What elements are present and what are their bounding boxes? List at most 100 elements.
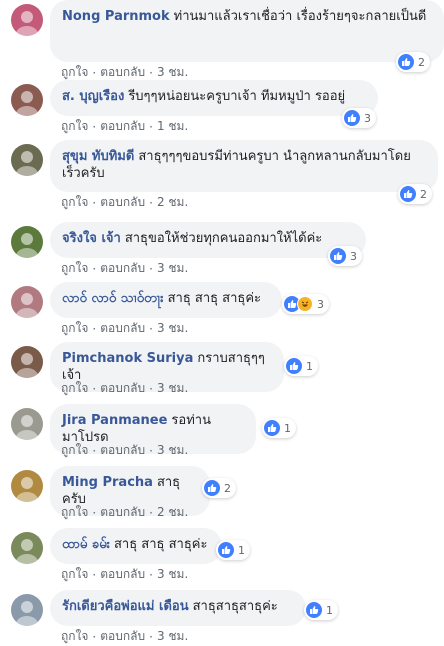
like-link[interactable]: ถูกใจ [61, 441, 88, 460]
like-link[interactable]: ถูกใจ [61, 117, 88, 136]
separator-dot: · [92, 261, 97, 276]
reaction-summary[interactable]: 2 [202, 478, 236, 498]
avatar[interactable] [11, 226, 43, 258]
separator-dot: · [149, 321, 153, 336]
reaction-summary[interactable]: 2 [396, 52, 430, 72]
reply-link[interactable]: ตอบกลับ [100, 627, 145, 646]
timestamp-link[interactable]: 3 ชม. [157, 565, 188, 584]
comment-text: สาธุขอให้ช่วยทุกคนออกมาให้ได้ค่ะ [124, 231, 323, 246]
separator-dot: · [92, 195, 97, 210]
timestamp-link[interactable]: 3 ชม. [157, 627, 188, 646]
comment-actions: ถูกใจ · ตอบกลับ · 3 ชม. [61, 379, 188, 398]
reaction-count: 1 [284, 421, 291, 435]
like-link[interactable]: ถูกใจ [61, 319, 88, 338]
reply-link[interactable]: ตอบกลับ [100, 193, 145, 212]
commenter-name[interactable]: รักเดียวคือพ่อแม่ เดือน [62, 599, 189, 614]
reaction-summary[interactable]: 1 [284, 356, 318, 376]
commenter-name[interactable]: ส. บุญเรือง [62, 89, 124, 104]
reaction-count: 3 [350, 249, 357, 263]
timestamp-link[interactable]: 3 ชม. [157, 379, 188, 398]
thumbs-up-icon [344, 110, 360, 126]
reply-link[interactable]: ตอบกลับ [100, 117, 145, 136]
avatar[interactable] [11, 594, 43, 626]
reply-link[interactable]: ตอบกลับ [100, 503, 145, 522]
separator-dot: · [149, 567, 153, 582]
separator-dot: · [149, 443, 153, 458]
timestamp-link[interactable]: 2 ชม. [157, 503, 188, 522]
comment-actions: ถูกใจ · ตอบกลับ · 3 ชม. [61, 565, 188, 584]
commenter-name[interactable]: လာဝ် လာဝ် သၢဝ်တႃး [62, 291, 164, 306]
reply-link[interactable]: ตอบกลับ [100, 565, 145, 584]
separator-dot: · [92, 119, 97, 134]
timestamp-link[interactable]: 3 ชม. [157, 319, 188, 338]
comment-text: สาธุ สาธุ สาธุค่ะ [113, 537, 208, 552]
comment-bubble: รักเดียวคือพ่อแม่ เดือน สาธุสาธุสาธุค่ะ [50, 590, 306, 626]
reaction-summary[interactable]: 3 [282, 294, 329, 314]
comment-bubble: လာဝ် လာဝ် သၢဝ်တႃး สาธุ สาธุ สาธุค่ะ [50, 282, 282, 318]
reaction-summary[interactable]: 3 [328, 246, 362, 266]
reply-link[interactable]: ตอบกลับ [100, 379, 145, 398]
commenter-name[interactable]: จริงใจ เจ้า [62, 231, 121, 246]
comment-actions: ถูกใจ · ตอบกลับ · 3 ชม. [61, 319, 188, 338]
thumbs-up-icon [330, 248, 346, 264]
timestamp-link[interactable]: 3 ชม. [157, 259, 188, 278]
like-link[interactable]: ถูกใจ [61, 193, 88, 212]
thumbs-up-icon [264, 420, 280, 436]
reply-link[interactable]: ตอบกลับ [100, 319, 145, 338]
reply-link[interactable]: ตอบกลับ [100, 441, 145, 460]
separator-dot: · [92, 443, 97, 458]
comment-actions: ถูกใจ · ตอบกลับ · 3 ชม. [61, 441, 188, 460]
reaction-summary[interactable]: 3 [342, 108, 376, 128]
separator-dot: · [92, 321, 97, 336]
reaction-count: 2 [420, 187, 427, 201]
reaction-summary[interactable]: 2 [398, 184, 432, 204]
reaction-summary[interactable]: 1 [216, 540, 250, 560]
avatar[interactable] [11, 144, 43, 176]
separator-dot: · [92, 629, 97, 644]
timestamp-link[interactable]: 3 ชม. [157, 441, 188, 460]
separator-dot: · [149, 629, 153, 644]
comment-bubble: Nong Parnmok ท่านมาแล้วเราเชื่อว่า เรื่อง… [50, 0, 444, 62]
like-link[interactable]: ถูกใจ [61, 259, 88, 278]
separator-dot: · [92, 567, 97, 582]
commenter-name[interactable]: ထာမ် ၶမ်း [62, 537, 110, 552]
avatar[interactable] [11, 286, 43, 318]
like-link[interactable]: ถูกใจ [61, 627, 88, 646]
commenter-name[interactable]: Jira Panmanee [62, 413, 167, 428]
reply-link[interactable]: ตอบกลับ [100, 259, 145, 278]
separator-dot: · [92, 505, 97, 520]
reaction-count: 1 [238, 543, 245, 557]
reaction-summary[interactable]: 1 [262, 418, 296, 438]
comment-actions: ถูกใจ · ตอบกลับ · 1 ชม. [61, 117, 188, 136]
commenter-name[interactable]: สุขุม ทับทิมดี [62, 149, 134, 164]
avatar[interactable] [11, 408, 43, 440]
like-link[interactable]: ถูกใจ [61, 565, 88, 584]
avatar[interactable] [11, 346, 43, 378]
separator-dot: · [92, 381, 97, 396]
comment-actions: ถูกใจ · ตอบกลับ · 3 ชม. [61, 627, 188, 646]
timestamp-link[interactable]: 1 ชม. [157, 117, 188, 136]
reaction-count: 2 [418, 55, 425, 69]
thumbs-up-icon [306, 602, 322, 618]
avatar[interactable] [11, 470, 43, 502]
avatar[interactable] [11, 84, 43, 116]
avatar[interactable] [11, 4, 43, 36]
thumbs-up-icon [400, 186, 416, 202]
commenter-name[interactable]: Nong Parnmok [62, 9, 170, 24]
reaction-count: 3 [364, 111, 371, 125]
comment-actions: ถูกใจ · ตอบกลับ · 3 ชม. [61, 259, 188, 278]
reaction-count: 1 [306, 359, 313, 373]
reaction-count: 2 [224, 481, 231, 495]
separator-dot: · [149, 195, 153, 210]
separator-dot: · [92, 65, 97, 80]
commenter-name[interactable]: Pimchanok Suriya [62, 351, 193, 366]
separator-dot: · [149, 261, 153, 276]
reaction-summary[interactable]: 1 [304, 600, 338, 620]
like-link[interactable]: ถูกใจ [61, 379, 88, 398]
commenter-name[interactable]: Ming Pracha [62, 475, 153, 490]
comment-text: สาธุ สาธุ สาธุค่ะ [167, 291, 262, 306]
timestamp-link[interactable]: 2 ชม. [157, 193, 188, 212]
avatar[interactable] [11, 532, 43, 564]
reaction-count: 1 [326, 603, 333, 617]
like-link[interactable]: ถูกใจ [61, 503, 88, 522]
